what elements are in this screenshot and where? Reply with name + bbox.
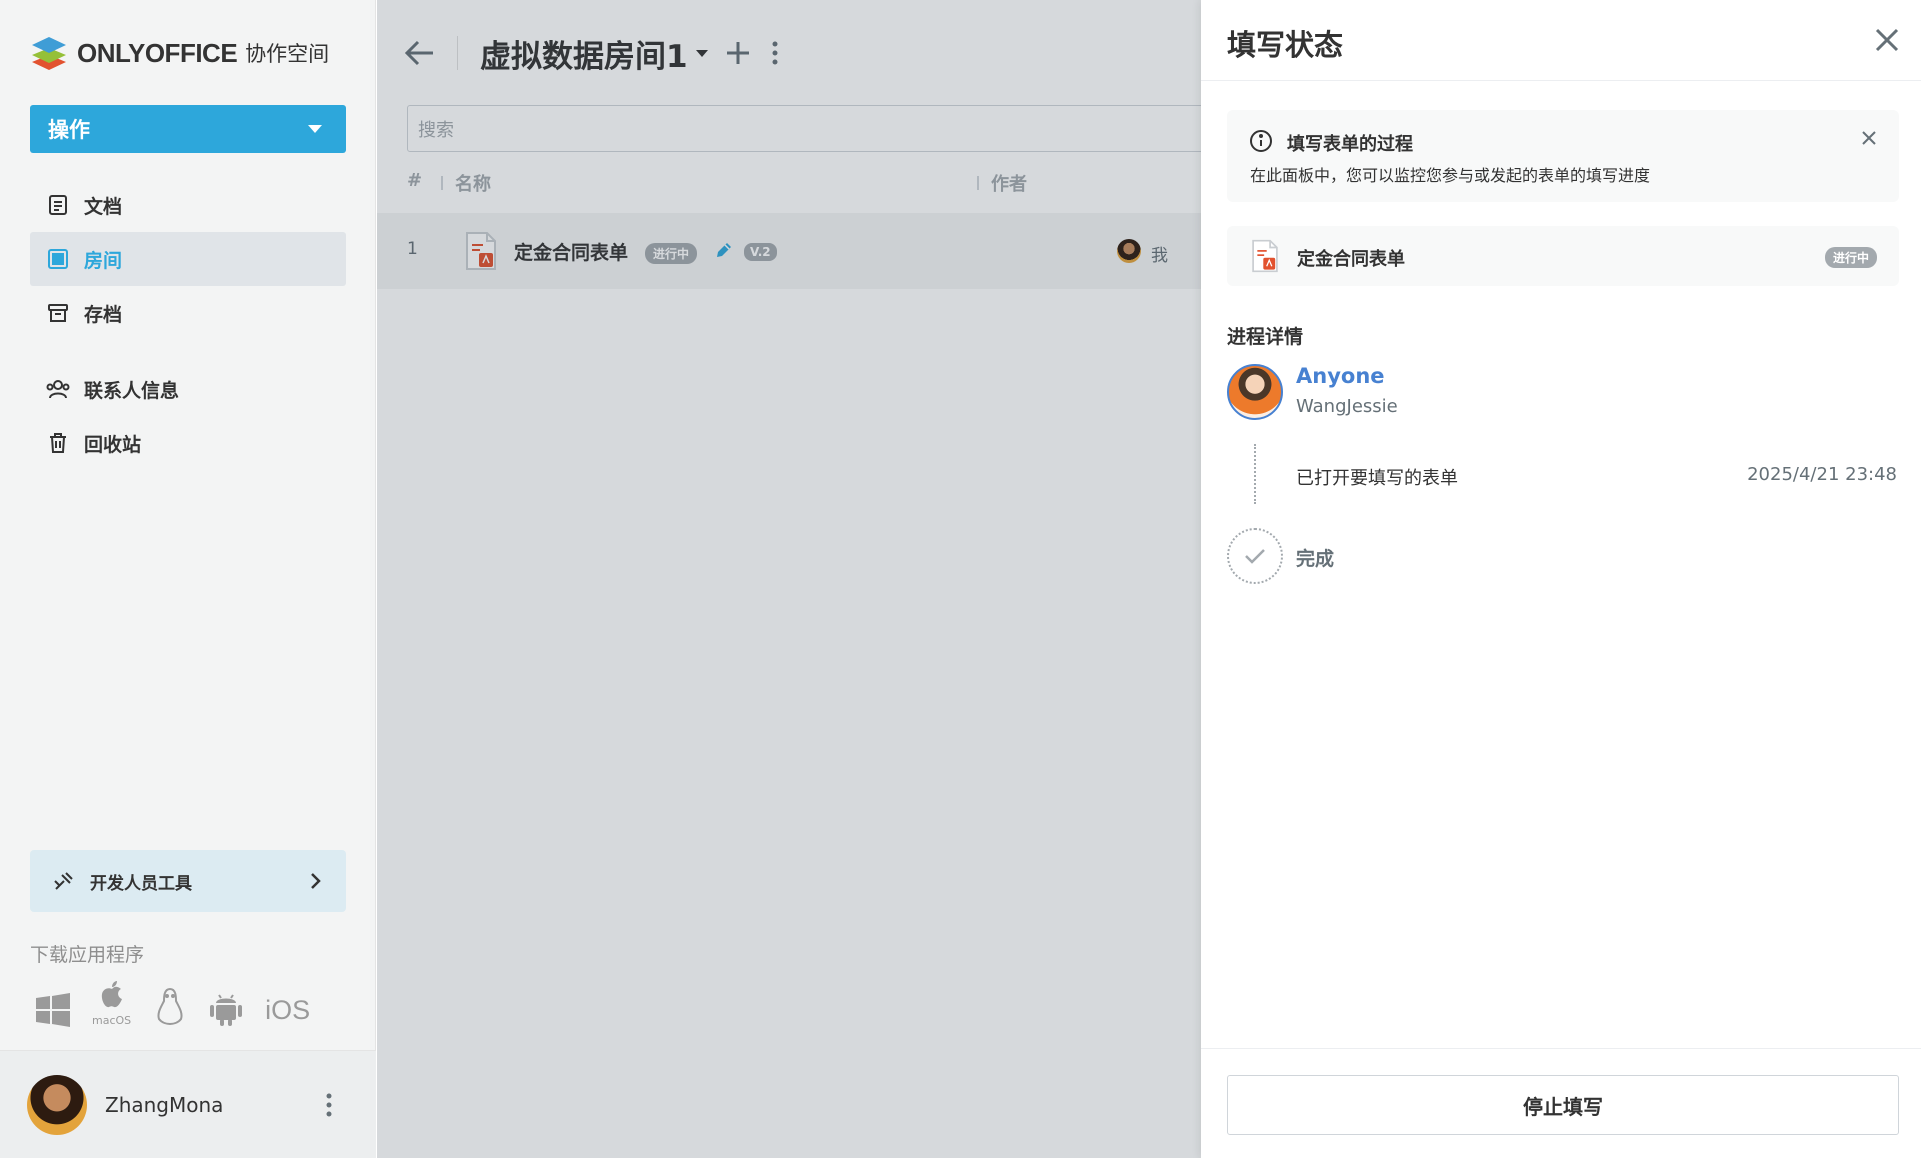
android-icon[interactable] [209, 989, 243, 1027]
sidebar-item-archive[interactable]: 存档 [30, 286, 346, 340]
developer-tools-label: 开发人员工具 [90, 873, 192, 894]
linux-icon[interactable] [153, 987, 187, 1027]
close-icon[interactable] [1861, 130, 1877, 146]
brand-name: ONLYOFFICE [77, 37, 238, 68]
macos-label: macOS [92, 1014, 132, 1027]
document-icon [46, 193, 70, 217]
secondary-nav: 联系人信息 回收站 [30, 362, 346, 470]
brand-sub: 协作空间 [245, 42, 330, 66]
avatar[interactable] [27, 1074, 87, 1135]
sidebar: ONLYOFFICE 协作空间 操作 文档 房间 存档 联系人信息 回收站 开发… [0, 0, 376, 1158]
sidebar-item-trash[interactable]: 回收站 [30, 416, 346, 470]
macos-icon[interactable]: macOS [92, 980, 131, 1027]
sidebar-item-contacts[interactable]: 联系人信息 [30, 362, 346, 416]
status-badge: 进行中 [1824, 247, 1877, 268]
developer-tools-icon [54, 872, 73, 890]
main-nav: 文档 房间 存档 [30, 178, 346, 340]
user-name: ZhangMona [105, 1092, 224, 1117]
sidebar-item-label: 文档 [84, 195, 123, 218]
developer-tools-button[interactable]: 开发人员工具 [30, 850, 346, 912]
file-name: 定金合同表单 [1297, 249, 1405, 270]
download-apps-label: 下载应用程序 [30, 944, 145, 966]
step-user: WangJessie [1296, 396, 1398, 417]
actions-button[interactable]: 操作 [30, 105, 346, 153]
panel-header: 填写状态 [1201, 0, 1921, 81]
info-banner: 填写表单的过程 在此面板中，您可以监控您参与或发起的表单的填写进度 [1227, 110, 1899, 202]
panel-title: 填写状态 [1227, 28, 1344, 62]
step-timestamp: 2025/4/21 23:48 [1747, 464, 1897, 485]
avatar[interactable] [1227, 364, 1283, 420]
step-action: 已打开要填写的表单 [1296, 468, 1458, 489]
actions-button-label: 操作 [48, 118, 90, 142]
sidebar-item-label: 房间 [84, 249, 123, 272]
trash-icon [46, 431, 70, 455]
more-vertical-icon[interactable] [326, 1093, 332, 1117]
pdf-form-file-icon [1252, 239, 1278, 273]
checkmark-icon [1245, 549, 1265, 564]
user-profile-bar: ZhangMona [0, 1050, 376, 1158]
done-step-indicator [1227, 528, 1283, 584]
stop-filling-button[interactable]: 停止填写 [1227, 1075, 1899, 1135]
step-role[interactable]: Anyone [1296, 364, 1385, 388]
sidebar-item-label: 存档 [84, 303, 123, 326]
chevron-right-icon [311, 873, 321, 889]
close-icon[interactable] [1875, 28, 1899, 52]
onlyoffice-logo-icon [32, 37, 66, 70]
app-downloads: macOS iOS [36, 980, 310, 1027]
sidebar-item-documents[interactable]: 文档 [30, 178, 346, 232]
ios-icon[interactable]: iOS [265, 993, 310, 1027]
rooms-icon [46, 247, 70, 271]
done-label: 完成 [1296, 548, 1335, 570]
panel-footer: 停止填写 [1201, 1048, 1921, 1158]
caret-down-icon [308, 125, 322, 133]
info-icon [1250, 130, 1272, 152]
logo[interactable]: ONLYOFFICE 协作空间 [29, 33, 329, 73]
info-title: 填写表单的过程 [1287, 134, 1413, 155]
file-card: 定金合同表单 进行中 [1227, 226, 1899, 286]
sidebar-item-label: 回收站 [84, 433, 142, 456]
fill-status-panel: 填写状态 填写表单的过程 在此面板中，您可以监控您参与或发起的表单的填写进度 定… [1201, 0, 1921, 1158]
windows-icon[interactable] [36, 993, 70, 1027]
archive-icon [46, 301, 70, 325]
timeline-connector [1254, 444, 1256, 504]
process-details-title: 进程详情 [1227, 326, 1304, 348]
ios-label: iOS [265, 995, 311, 1025]
sidebar-item-label: 联系人信息 [84, 379, 180, 402]
stop-filling-label: 停止填写 [1523, 1094, 1603, 1119]
info-text: 在此面板中，您可以监控您参与或发起的表单的填写进度 [1250, 166, 1651, 185]
sidebar-item-rooms[interactable]: 房间 [30, 232, 346, 286]
contacts-icon [46, 377, 70, 401]
